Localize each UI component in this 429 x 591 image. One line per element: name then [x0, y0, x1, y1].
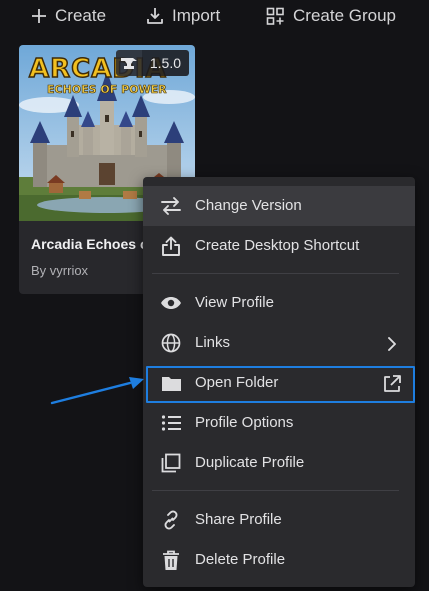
duplicate-icon	[159, 452, 183, 474]
create-button[interactable]: Create	[31, 4, 106, 28]
menu-separator	[152, 490, 399, 491]
create-group-label: Create Group	[293, 6, 396, 25]
globe-icon	[159, 332, 183, 354]
menu-item-label: Create Desktop Shortcut	[195, 237, 360, 254]
version-badge: 1.5.0	[115, 50, 189, 76]
version-number: 1.5.0	[141, 50, 189, 76]
menu-item-create-desktop-shortcut[interactable]: Create Desktop Shortcut	[143, 226, 415, 266]
chevron-right-icon	[383, 335, 401, 353]
trash-icon	[159, 549, 183, 571]
import-label: Import	[172, 6, 221, 25]
menu-item-delete-profile[interactable]: Delete Profile	[143, 540, 415, 580]
menu-item-view-profile[interactable]: View Profile	[143, 283, 415, 323]
menu-item-label: Change Version	[195, 197, 302, 214]
menu-item-label: Duplicate Profile	[195, 454, 305, 471]
menu-item-profile-options[interactable]: Profile Options	[143, 403, 415, 443]
import-button[interactable]: Import	[146, 4, 220, 28]
share-upload-icon	[159, 235, 183, 257]
profile-author: By vyrriox	[31, 263, 89, 278]
menu-item-share-profile[interactable]: Share Profile	[143, 500, 415, 540]
annotation-arrow-icon	[50, 377, 144, 405]
top-toolbar: Create Import Create Group	[0, 0, 429, 34]
menu-separator	[152, 273, 399, 274]
create-group-button[interactable]: Create Group	[266, 4, 396, 28]
swap-arrows-icon	[159, 195, 183, 217]
menu-item-label: Profile Options	[195, 414, 294, 431]
menu-item-change-version[interactable]: Change Version	[143, 186, 415, 226]
open-folder-highlight-box	[146, 366, 415, 403]
menu-item-label: Links	[195, 334, 231, 351]
menu-item-label: Share Profile	[195, 511, 282, 528]
link-icon	[159, 509, 183, 531]
anvil-icon	[115, 50, 142, 76]
menu-item-duplicate-profile[interactable]: Duplicate Profile	[143, 443, 415, 483]
profile-title: Arcadia Echoes of	[31, 236, 154, 252]
eye-icon	[159, 292, 183, 314]
grid-plus-icon	[266, 7, 284, 25]
cover-subtitle: ECHOES OF POWER	[47, 83, 167, 96]
menu-item-label: View Profile	[195, 294, 274, 311]
create-label: Create	[55, 6, 107, 25]
menu-item-links[interactable]: Links	[143, 323, 415, 363]
download-icon	[147, 8, 163, 24]
plus-icon	[32, 9, 46, 23]
list-icon	[159, 412, 183, 434]
menu-item-label: Delete Profile	[195, 551, 286, 568]
